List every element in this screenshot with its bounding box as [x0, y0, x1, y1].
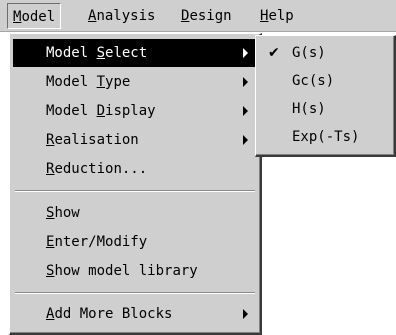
submenu-item-g-s-label: G(s): [292, 45, 326, 61]
menu-item-model-type-label: ype: [105, 74, 131, 90]
checkmark-icon: ✔: [268, 45, 280, 61]
submenu-item-exp-ts-label: Exp(-Ts): [292, 129, 360, 145]
menu-analysis-label: nalysis: [96, 8, 156, 24]
menu-separator: [15, 190, 255, 192]
menu-item-model-display-mnemonic: D: [96, 103, 106, 119]
model-menu: Model Select Model Type Model Display Re…: [9, 33, 262, 335]
menu-design-label: esign: [189, 8, 232, 24]
submenu-item-h-s-label: H(s): [292, 101, 326, 117]
submenu-arrow-icon: [243, 135, 248, 145]
menu-item-model-type-mnemonic: T: [96, 74, 106, 90]
submenu-arrow-icon: [243, 106, 248, 116]
menu-item-model-display-label: isplay: [105, 103, 156, 119]
menu-item-model-select-prefix: Model: [46, 45, 97, 61]
menu-item-model-select-label: elect: [105, 45, 148, 61]
submenu-arrow-icon: [243, 77, 248, 87]
menu-item-reduction-label: eduction...: [54, 161, 148, 177]
submenu-item-exp-ts[interactable]: Exp(-Ts): [259, 124, 392, 150]
menu-item-realisation-label: ealisation: [54, 132, 139, 148]
menu-item-add-more-blocks-label: dd More Blocks: [54, 306, 173, 322]
menu-item-show-label: how: [54, 205, 80, 221]
model-select-submenu: ✔ G(s) Gc(s) H(s) Exp(-Ts): [255, 35, 396, 157]
menu-model-label: odel: [21, 9, 56, 25]
menu-item-model-display-prefix: Model: [46, 103, 97, 119]
menu-analysis[interactable]: Analysis: [83, 3, 160, 29]
menu-item-enter-modify[interactable]: Enter/Modify: [13, 228, 258, 256]
menu-bar: Model Analysis Design Help: [0, 0, 396, 32]
menu-design[interactable]: Design: [176, 3, 237, 29]
menu-item-realisation[interactable]: Realisation: [13, 126, 258, 154]
menu-item-model-display[interactable]: Model Display: [13, 97, 258, 125]
menu-item-show-model-library[interactable]: Show model library: [13, 257, 258, 285]
menu-item-model-select-mnemonic: S: [96, 45, 106, 61]
submenu-item-gc-s-label: Gc(s): [292, 73, 335, 89]
submenu-item-gc-s[interactable]: Gc(s): [259, 68, 392, 94]
menu-help[interactable]: Help: [255, 3, 299, 29]
menu-item-add-more-blocks[interactable]: Add More Blocks: [13, 300, 258, 328]
submenu-item-h-s[interactable]: H(s): [259, 96, 392, 122]
submenu-item-g-s[interactable]: ✔ G(s): [259, 40, 392, 66]
menu-separator: [15, 292, 255, 294]
menu-item-enter-modify-label: nter/Modify: [54, 234, 148, 250]
menu-model[interactable]: Model: [7, 3, 62, 29]
menu-item-show-model-library-label: how model library: [54, 263, 198, 279]
menu-item-model-type[interactable]: Model Type: [13, 68, 258, 96]
menu-item-model-type-prefix: Model: [46, 74, 97, 90]
menu-item-reduction[interactable]: Reduction...: [13, 155, 258, 183]
submenu-arrow-icon: [243, 48, 248, 58]
menu-help-label: elp: [268, 8, 294, 24]
menu-item-show[interactable]: Show: [13, 199, 258, 227]
menu-item-model-select[interactable]: Model Select: [13, 39, 258, 67]
submenu-arrow-icon: [243, 309, 248, 319]
